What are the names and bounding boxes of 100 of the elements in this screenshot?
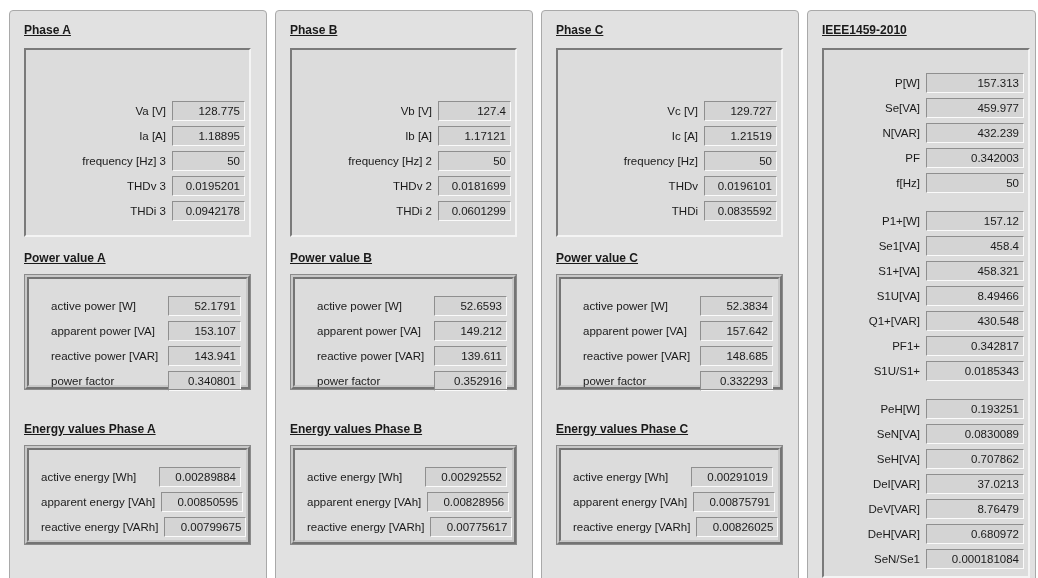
value-field: 0.0196101 [704, 176, 777, 196]
field-label: reactive energy [VARh] [307, 521, 425, 533]
section-title: Phase B [290, 23, 338, 38]
value-field: 458.321 [926, 261, 1024, 281]
value-field: 0.00292552 [425, 467, 507, 487]
field-label: frequency [Hz] [623, 155, 698, 167]
field-label: THDi 2 [396, 205, 432, 217]
value-field: 1.21519 [704, 126, 777, 146]
value-field: 0.0195201 [172, 176, 245, 196]
section-title: Power value C [556, 251, 639, 266]
section-title: Energy values Phase A [24, 422, 156, 437]
value-field: 0.00799675 [164, 517, 247, 537]
value-field: 432.239 [926, 123, 1024, 143]
field-label: power factor [51, 375, 115, 387]
field-label: P1+[W] [881, 215, 920, 227]
section-title: Energy values Phase B [290, 422, 423, 437]
field-label: reactive power [VAR] [317, 350, 425, 362]
field-label: apparent energy [VAh] [307, 496, 422, 508]
value-field: 0.707862 [926, 449, 1024, 469]
field-label: active power [W] [51, 300, 136, 312]
field-label: THDi [671, 205, 698, 217]
value-field: 0.193251 [926, 399, 1024, 419]
field-label: PF [905, 152, 920, 164]
field-label: DeH[VAR] [867, 528, 920, 540]
value-field: 50 [438, 151, 511, 171]
value-field: 157.12 [926, 211, 1024, 231]
field-label: Vb [V] [400, 105, 432, 117]
field-label: frequency [Hz] 2 [348, 155, 432, 167]
field-label: frequency [Hz] 3 [82, 155, 166, 167]
field-label: active power [W] [317, 300, 402, 312]
section-title: Phase A [24, 23, 71, 38]
value-field: 0.00850595 [161, 492, 244, 512]
field-label: apparent power [VA] [583, 325, 687, 337]
value-field: 0.00828956 [427, 492, 510, 512]
value-field: 0.00291019 [691, 467, 773, 487]
value-field: 143.941 [168, 346, 241, 366]
value-field: 127.4 [438, 101, 511, 121]
value-field: 0.342817 [926, 336, 1024, 356]
field-label: power factor [317, 375, 381, 387]
field-label: SeN[VA] [876, 428, 920, 440]
field-label: active energy [Wh] [41, 471, 137, 483]
section-title: IEEE1459-2010 [822, 23, 907, 38]
value-field: 50 [172, 151, 245, 171]
value-field: 8.76479 [926, 499, 1024, 519]
field-label: P[W] [895, 77, 920, 89]
field-label: N[VAR] [882, 127, 920, 139]
value-field: 128.775 [172, 101, 245, 121]
field-label: THDv [668, 180, 698, 192]
value-field: 50 [704, 151, 777, 171]
field-label: THDi 3 [130, 205, 166, 217]
field-label: DeV[VAR] [868, 503, 920, 515]
value-field: 52.3834 [700, 296, 773, 316]
field-label: reactive power [VAR] [51, 350, 159, 362]
field-label: f[Hz] [896, 177, 920, 189]
value-field: 50 [926, 173, 1024, 193]
value-field: 0.340801 [168, 371, 241, 391]
value-field: 0.0601299 [438, 201, 511, 221]
value-field: 0.00775617 [430, 517, 513, 537]
field-label: apparent power [VA] [317, 325, 421, 337]
value-field: 0.000181084 [926, 549, 1024, 569]
field-label: Ic [A] [671, 130, 698, 142]
field-label: PF1+ [892, 340, 920, 352]
value-field: 0.0830089 [926, 424, 1024, 444]
field-label: Va [V] [135, 105, 166, 117]
field-label: SeN/Se1 [873, 553, 920, 565]
value-field: 52.1791 [168, 296, 241, 316]
field-label: active energy [Wh] [573, 471, 669, 483]
section-title: Energy values Phase C [556, 422, 689, 437]
value-field: 1.18895 [172, 126, 245, 146]
field-label: S1U/S1+ [873, 365, 920, 377]
value-field: 0.00826025 [696, 517, 779, 537]
value-field: 37.0213 [926, 474, 1024, 494]
section-title: Power value B [290, 251, 373, 266]
value-field: 0.342003 [926, 148, 1024, 168]
value-field: 153.107 [168, 321, 241, 341]
value-field: 0.0835592 [704, 201, 777, 221]
field-label: reactive power [VAR] [583, 350, 691, 362]
value-field: 157.642 [700, 321, 773, 341]
value-field: 129.727 [704, 101, 777, 121]
section-title: Phase C [556, 23, 604, 38]
value-field: 0.352916 [434, 371, 507, 391]
field-label: PeH[W] [880, 403, 920, 415]
field-label: Se[VA] [885, 102, 920, 114]
field-label: Q1+[VAR] [868, 315, 920, 327]
value-field: 8.49466 [926, 286, 1024, 306]
value-field: 149.212 [434, 321, 507, 341]
value-field: 0.00289884 [159, 467, 241, 487]
value-field: 0.680972 [926, 524, 1024, 544]
field-label: S1+[VA] [878, 265, 920, 277]
field-label: power factor [583, 375, 647, 387]
field-label: active power [W] [583, 300, 668, 312]
field-label: Ib [A] [405, 130, 432, 142]
field-label: THDv 3 [127, 180, 166, 192]
field-label: apparent power [VA] [51, 325, 155, 337]
value-field: 139.611 [434, 346, 507, 366]
value-field: 0.332293 [700, 371, 773, 391]
section-title: Power value A [24, 251, 106, 266]
value-field: 458.4 [926, 236, 1024, 256]
value-field: 0.0181699 [438, 176, 511, 196]
field-label: reactive energy [VARh] [41, 521, 159, 533]
